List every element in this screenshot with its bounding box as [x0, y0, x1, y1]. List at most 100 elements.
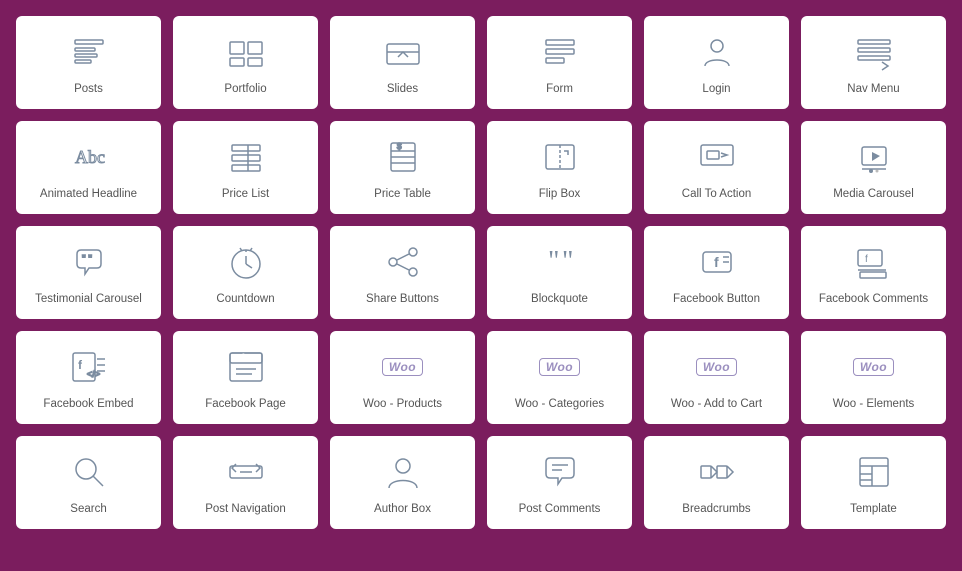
card-label: Media Carousel [833, 187, 914, 202]
card-label: Testimonial Carousel [35, 292, 142, 307]
slides-icon [381, 30, 425, 74]
card-flip-box[interactable]: Flip Box [487, 121, 632, 214]
facebook-comments-icon: f [852, 240, 896, 284]
svg-text:": " [548, 246, 559, 277]
svg-text:f: f [78, 358, 83, 372]
card-woo-products[interactable]: Woo Woo - Products [330, 331, 475, 424]
facebook-embed-icon: f</> [67, 345, 111, 389]
card-label: Posts [74, 82, 103, 97]
card-label: Price Table [374, 187, 431, 202]
card-posts[interactable]: Posts [16, 16, 161, 109]
card-media-carousel[interactable]: Media Carousel [801, 121, 946, 214]
card-share-buttons[interactable]: Share Buttons [330, 226, 475, 319]
price-table-icon: $ [381, 135, 425, 179]
card-facebook-page[interactable]: f Facebook Page [173, 331, 318, 424]
widget-grid: Posts Portfolio Slides Form Login Nav Menu Abc… [16, 16, 946, 529]
post-navigation-icon [224, 450, 268, 494]
woo-badge: Woo [382, 358, 423, 376]
card-breadcrumbs[interactable]: Breadcrumbs [644, 436, 789, 529]
woo-badge: Woo [539, 358, 580, 376]
card-label: Animated Headline [40, 187, 137, 202]
card-facebook-embed[interactable]: f</> Facebook Embed [16, 331, 161, 424]
woo-icon: Woo [695, 345, 739, 389]
card-woo-categories[interactable]: Woo Woo - Categories [487, 331, 632, 424]
svg-text:f: f [865, 254, 868, 265]
card-label: Facebook Embed [43, 397, 133, 412]
card-nav-menu[interactable]: Nav Menu [801, 16, 946, 109]
flip-box-icon [538, 135, 582, 179]
search-icon [67, 450, 111, 494]
facebook-page-icon: f [224, 345, 268, 389]
template-icon [852, 450, 896, 494]
card-price-list[interactable]: Price List [173, 121, 318, 214]
card-login[interactable]: Login [644, 16, 789, 109]
post-comments-icon [538, 450, 582, 494]
card-post-navigation[interactable]: Post Navigation [173, 436, 318, 529]
card-form[interactable]: Form [487, 16, 632, 109]
nav-menu-icon [852, 30, 896, 74]
breadcrumbs-icon [695, 450, 739, 494]
svg-text:" ": " " [82, 254, 92, 265]
card-template[interactable]: Template [801, 436, 946, 529]
card-post-comments[interactable]: Post Comments [487, 436, 632, 529]
card-label: Woo - Elements [833, 397, 915, 412]
card-slides[interactable]: Slides [330, 16, 475, 109]
card-woo-add-to-cart[interactable]: Woo Woo - Add to Cart [644, 331, 789, 424]
card-label: Woo - Add to Cart [671, 397, 762, 412]
testimonial-carousel-icon: " " [67, 240, 111, 284]
card-testimonial-carousel[interactable]: " " Testimonial Carousel [16, 226, 161, 319]
card-search[interactable]: Search [16, 436, 161, 529]
card-label: Woo - Products [363, 397, 442, 412]
card-label: Share Buttons [366, 292, 439, 307]
card-label: Search [70, 502, 106, 517]
card-price-table[interactable]: $ Price Table [330, 121, 475, 214]
login-icon [695, 30, 739, 74]
media-carousel-icon [852, 135, 896, 179]
card-label: Author Box [374, 502, 431, 517]
form-icon [538, 30, 582, 74]
card-label: Nav Menu [847, 82, 899, 97]
svg-text:": " [562, 246, 573, 277]
posts-icon [67, 30, 111, 74]
card-facebook-button[interactable]: f Facebook Button [644, 226, 789, 319]
price-list-icon [224, 135, 268, 179]
card-label: Call To Action [682, 187, 751, 202]
author-box-icon [381, 450, 425, 494]
card-animated-headline[interactable]: Abc Animated Headline [16, 121, 161, 214]
card-label: Breadcrumbs [682, 502, 750, 517]
card-label: Login [702, 82, 730, 97]
blockquote-icon: "" [538, 240, 582, 284]
countdown-icon [224, 240, 268, 284]
share-buttons-icon [381, 240, 425, 284]
portfolio-icon [224, 30, 268, 74]
card-label: Slides [387, 82, 418, 97]
card-label: Facebook Comments [819, 292, 928, 307]
card-label: Post Navigation [205, 502, 286, 517]
card-label: Woo - Categories [515, 397, 604, 412]
card-label: Portfolio [224, 82, 266, 97]
card-label: Post Comments [519, 502, 601, 517]
call-to-action-icon [695, 135, 739, 179]
card-blockquote[interactable]: "" Blockquote [487, 226, 632, 319]
woo-icon: Woo [538, 345, 582, 389]
card-call-to-action[interactable]: Call To Action [644, 121, 789, 214]
card-countdown[interactable]: Countdown [173, 226, 318, 319]
card-label: Form [546, 82, 573, 97]
card-facebook-comments[interactable]: f Facebook Comments [801, 226, 946, 319]
woo-badge: Woo [853, 358, 894, 376]
card-label: Template [850, 502, 897, 517]
svg-text:$: $ [397, 142, 402, 151]
svg-text:f: f [714, 254, 719, 270]
animated-headline-icon: Abc [67, 135, 111, 179]
card-label: Facebook Button [673, 292, 760, 307]
woo-icon: Woo [381, 345, 425, 389]
card-portfolio[interactable]: Portfolio [173, 16, 318, 109]
svg-text:Abc: Abc [75, 147, 105, 167]
card-label: Flip Box [539, 187, 581, 202]
card-author-box[interactable]: Author Box [330, 436, 475, 529]
card-woo-elements[interactable]: Woo Woo - Elements [801, 331, 946, 424]
card-label: Price List [222, 187, 269, 202]
card-label: Facebook Page [205, 397, 286, 412]
card-label: Countdown [216, 292, 274, 307]
card-label: Blockquote [531, 292, 588, 307]
